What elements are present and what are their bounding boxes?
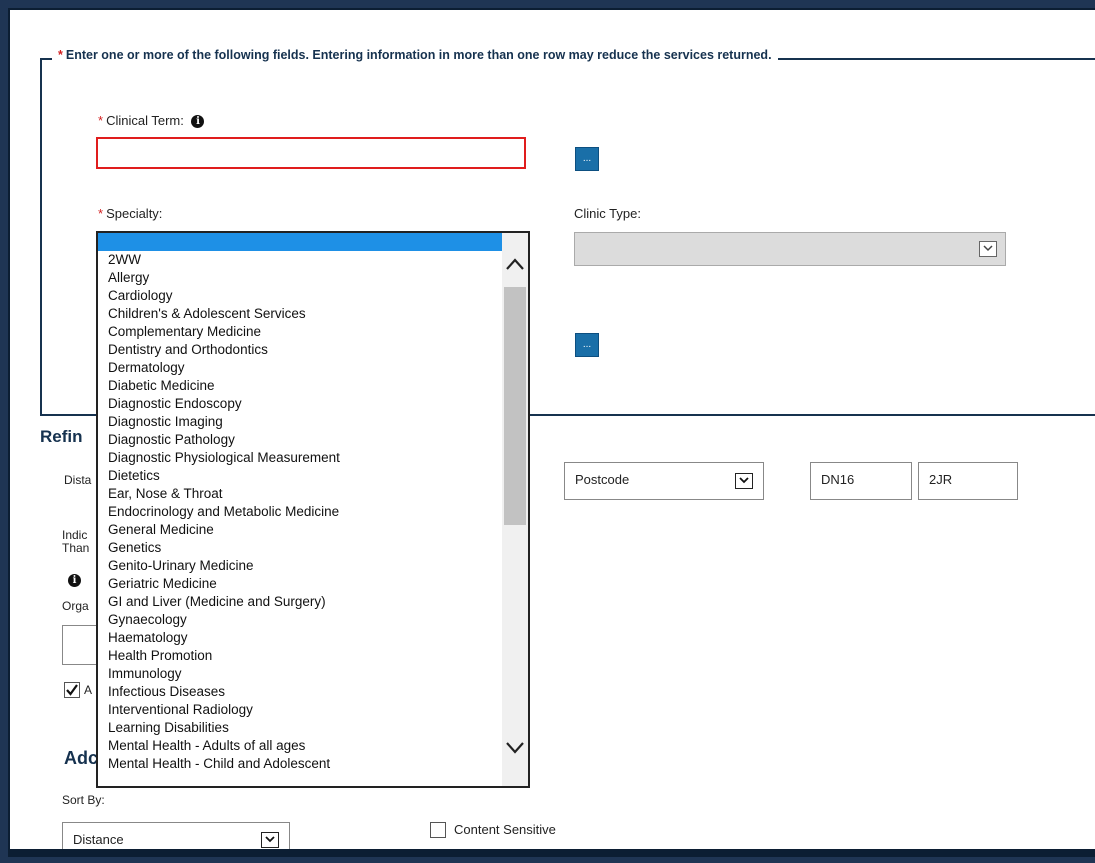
scroll-up-icon[interactable] [505, 257, 525, 274]
distance-label: Dista [64, 473, 92, 487]
specialty-option[interactable]: 2WW [98, 251, 502, 269]
specialty-option[interactable]: Mental Health - Child and Adolescent [98, 755, 502, 773]
refine-heading: Refin [40, 427, 83, 446]
specialty-option[interactable]: Infectious Diseases [98, 683, 502, 701]
page-frame: * Enter one or more of the following fiel… [8, 8, 1095, 857]
chevron-down-icon [735, 473, 753, 489]
sort-by-value: Distance [73, 832, 124, 847]
indicate-label-line2: Than [62, 541, 90, 555]
postcode-part1-input[interactable]: DN16 [810, 462, 912, 500]
specialty-option[interactable]: Haematology [98, 629, 502, 647]
specialty-option[interactable]: Genetics [98, 539, 502, 557]
location-type-select[interactable]: Postcode [564, 462, 764, 500]
specialty-option[interactable]: Learning Disabilities [98, 719, 502, 737]
specialty-option[interactable]: Gynaecology [98, 611, 502, 629]
additional-heading: Adc [64, 748, 99, 768]
specialty-option[interactable] [98, 233, 502, 251]
sort-by-label: Sort By: [62, 793, 105, 807]
refine-checkbox-label: A [84, 683, 93, 697]
specialty-option[interactable]: Health Promotion [98, 647, 502, 665]
organisation-label: Orga [62, 599, 89, 613]
specialty-option[interactable]: Children's & Adolescent Services [98, 305, 502, 323]
specialty-option[interactable]: General Medicine [98, 521, 502, 539]
required-marker: * [58, 48, 63, 62]
specialty-option[interactable]: Diagnostic Physiological Measurement [98, 449, 502, 467]
specialty-option[interactable]: Immunology [98, 665, 502, 683]
clinic-type-select[interactable] [574, 232, 1006, 266]
postcode-part2-input[interactable]: 2JR [918, 462, 1018, 500]
chevron-down-icon [979, 241, 997, 257]
specialty-option[interactable]: Complementary Medicine [98, 323, 502, 341]
specialty-label: * Specialty: [98, 206, 162, 221]
specialty-dropdown-list[interactable]: 2WW Allergy Cardiology Children's & Adolesc… [96, 231, 530, 788]
specialty-option[interactable]: Interventional Radiology [98, 701, 502, 719]
specialty-option[interactable]: Allergy [98, 269, 502, 287]
specialty-options: 2WW Allergy Cardiology Children's & Adolesc… [98, 233, 502, 773]
specialty-lookup-button[interactable]: ... [575, 333, 599, 357]
scrollbar-thumb[interactable] [504, 287, 526, 525]
clinical-term-label: * Clinical Term: i [98, 113, 205, 129]
bottom-border [10, 849, 1095, 857]
fieldset-legend: * Enter one or more of the following fiel… [52, 48, 778, 62]
specialty-option[interactable]: Cardiology [98, 287, 502, 305]
chevron-down-icon [261, 832, 279, 848]
specialty-option[interactable]: Diagnostic Pathology [98, 431, 502, 449]
clinic-type-label: Clinic Type: [574, 206, 641, 221]
specialty-option[interactable]: Dermatology [98, 359, 502, 377]
scroll-down-icon[interactable] [505, 741, 525, 758]
required-marker: * [98, 206, 104, 221]
specialty-option[interactable]: Diagnostic Endoscopy [98, 395, 502, 413]
specialty-option[interactable]: Mental Health - Adults of all ages [98, 737, 502, 755]
content-sensitive-checkbox[interactable] [430, 822, 446, 838]
refine-checkbox[interactable] [64, 682, 80, 698]
legend-text: Enter one or more of the following field… [65, 48, 772, 62]
specialty-label-text: Specialty: [106, 206, 163, 221]
info-icon[interactable]: i [68, 574, 81, 587]
clinical-term-lookup-button[interactable]: ... [575, 147, 599, 171]
required-marker: * [98, 113, 104, 128]
clinical-term-input[interactable] [96, 137, 526, 169]
specialty-option[interactable]: Dentistry and Orthodontics [98, 341, 502, 359]
info-icon[interactable]: i [191, 115, 205, 129]
specialty-option[interactable]: GI and Liver (Medicine and Surgery) [98, 593, 502, 611]
specialty-option[interactable]: Dietetics [98, 467, 502, 485]
specialty-option[interactable]: Diabetic Medicine [98, 377, 502, 395]
location-type-value: Postcode [575, 472, 630, 487]
specialty-option[interactable]: Endocrinology and Metabolic Medicine [98, 503, 502, 521]
scrollbar[interactable] [502, 233, 528, 786]
specialty-option[interactable]: Geriatric Medicine [98, 575, 502, 593]
content-sensitive-label: Content Sensitive [454, 822, 556, 837]
specialty-option[interactable]: Diagnostic Imaging [98, 413, 502, 431]
specialty-option[interactable]: Genito-Urinary Medicine [98, 557, 502, 575]
specialty-option[interactable]: Ear, Nose & Throat [98, 485, 502, 503]
clinical-term-label-text: Clinical Term: [106, 113, 184, 128]
